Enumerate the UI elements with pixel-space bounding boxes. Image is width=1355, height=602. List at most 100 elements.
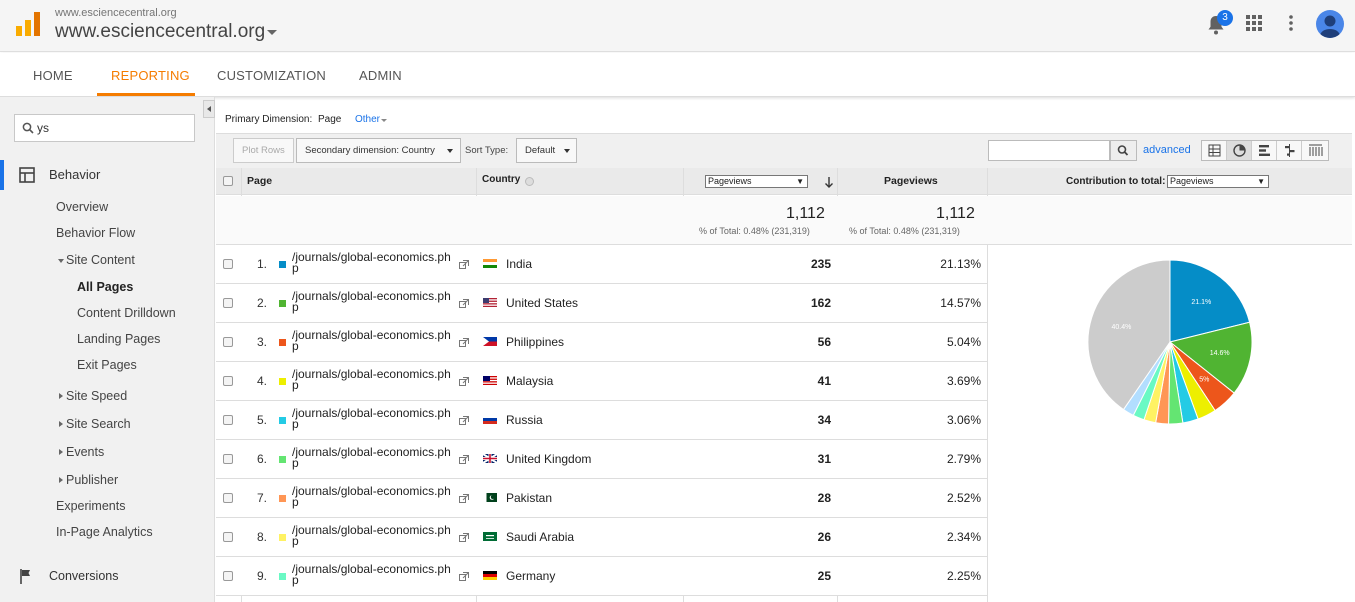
country-name[interactable]: Saudi Arabia bbox=[506, 530, 574, 544]
table-view-icon[interactable] bbox=[1202, 141, 1227, 160]
sidebar-item-site-speed[interactable]: Site Speed bbox=[66, 389, 127, 403]
external-link-icon[interactable] bbox=[459, 260, 469, 269]
external-link-icon[interactable] bbox=[459, 299, 469, 308]
primary-dimension-page[interactable]: Page bbox=[318, 114, 341, 125]
external-link-icon[interactable] bbox=[459, 416, 469, 425]
sidebar-item-all-pages[interactable]: All Pages bbox=[77, 280, 133, 294]
page-path: /journals/global-economics.ph bbox=[292, 523, 451, 537]
collapse-sidebar-button[interactable] bbox=[203, 100, 215, 118]
country-name[interactable]: Malaysia bbox=[506, 374, 553, 388]
external-link-icon[interactable] bbox=[459, 494, 469, 503]
pageviews-value: 28 bbox=[817, 491, 831, 505]
page-link[interactable]: /journals/global-economics.ph p bbox=[292, 368, 458, 391]
advanced-filter-link[interactable]: advanced bbox=[1143, 144, 1191, 156]
sort-descending-icon[interactable] bbox=[824, 176, 834, 188]
sidebar-item-publisher[interactable]: Publisher bbox=[66, 473, 118, 487]
row-checkbox[interactable] bbox=[223, 532, 233, 542]
country-name[interactable]: India bbox=[506, 257, 532, 271]
contribution-select[interactable]: Pageviews ▼ bbox=[1167, 175, 1269, 188]
row-checkbox[interactable] bbox=[223, 376, 233, 386]
sidebar-item-behavior-flow[interactable]: Behavior Flow bbox=[56, 226, 135, 240]
table-filter-search-button[interactable] bbox=[1110, 140, 1137, 161]
behavior-icon bbox=[19, 167, 35, 183]
pageviews-value: 162 bbox=[810, 296, 831, 310]
row-checkbox[interactable] bbox=[223, 337, 233, 347]
secondary-dimension-select[interactable]: Secondary dimension: Country bbox=[296, 138, 461, 163]
sidebar-item-overview[interactable]: Overview bbox=[56, 200, 108, 214]
tab-customization[interactable]: CUSTOMIZATION bbox=[217, 68, 326, 83]
row-number: 7. bbox=[257, 491, 268, 505]
property-selector[interactable]: www.esciencecentral.org bbox=[55, 21, 265, 43]
sidebar-item-experiments[interactable]: Experiments bbox=[56, 499, 125, 513]
sidebar-item-in-page-analytics[interactable]: In-Page Analytics bbox=[56, 525, 153, 539]
external-link-icon[interactable] bbox=[459, 377, 469, 386]
external-link-icon[interactable] bbox=[459, 572, 469, 581]
sidebar-item-exit-pages[interactable]: Exit Pages bbox=[77, 358, 137, 372]
sidebar-item-behavior[interactable]: Behavior bbox=[49, 167, 100, 182]
page-link[interactable]: /journals/global-economics.ph p bbox=[292, 523, 458, 547]
page-link[interactable]: /journals/global-economics.ph p bbox=[292, 563, 458, 586]
row-number: 5. bbox=[257, 413, 268, 427]
row-checkbox[interactable] bbox=[223, 259, 233, 269]
pie-view-icon[interactable] bbox=[1227, 141, 1252, 160]
external-link-icon[interactable] bbox=[459, 338, 469, 347]
bar-view-icon[interactable] bbox=[1252, 141, 1277, 160]
column-header-page[interactable]: Page bbox=[247, 175, 272, 187]
more-vert-icon[interactable] bbox=[1288, 14, 1294, 32]
country-name[interactable]: Russia bbox=[506, 413, 543, 427]
sidebar-item-landing-pages[interactable]: Landing Pages bbox=[77, 332, 160, 346]
column-header-pageviews[interactable]: Pageviews bbox=[884, 175, 938, 187]
pageviews-percent: 2.34% bbox=[946, 530, 981, 544]
page-link[interactable]: /journals/global-economics.ph p bbox=[292, 485, 458, 508]
comparison-view-icon[interactable] bbox=[1277, 141, 1302, 160]
sidebar-item-site-search[interactable]: Site Search bbox=[66, 417, 131, 431]
country-flag-icon bbox=[483, 571, 497, 580]
page-link[interactable]: /journals/global-economics.ph p bbox=[292, 407, 458, 430]
chevron-down-icon[interactable] bbox=[267, 30, 277, 35]
row-checkbox[interactable] bbox=[223, 415, 233, 425]
page-link[interactable]: /journals/global-economics.ph p bbox=[292, 329, 458, 352]
row-checkbox[interactable] bbox=[223, 571, 233, 581]
avatar[interactable] bbox=[1316, 10, 1344, 38]
external-link-icon[interactable] bbox=[459, 533, 469, 542]
analytics-logo-icon[interactable] bbox=[16, 12, 40, 36]
plot-rows-button[interactable]: Plot Rows bbox=[233, 138, 294, 163]
external-link-icon[interactable] bbox=[459, 455, 469, 464]
row-checkbox[interactable] bbox=[223, 454, 233, 464]
remove-dimension-icon[interactable] bbox=[525, 177, 534, 186]
page-link[interactable]: /journals/global-economics.ph p bbox=[292, 251, 458, 274]
country-name[interactable]: Germany bbox=[506, 569, 555, 583]
country-name[interactable]: Philippines bbox=[506, 335, 564, 349]
page-link[interactable]: /journals/global-economics.ph p bbox=[292, 290, 458, 313]
pageviews-percent: 2.25% bbox=[946, 569, 981, 583]
sidebar-item-conversions[interactable]: Conversions bbox=[49, 569, 118, 583]
metric-select[interactable]: Pageviews ▼ bbox=[705, 175, 808, 188]
tab-reporting[interactable]: REPORTING bbox=[111, 68, 190, 83]
chevron-right-icon bbox=[59, 393, 63, 399]
pageviews-value: 235 bbox=[810, 257, 831, 271]
sidebar-item-events[interactable]: Events bbox=[66, 445, 104, 459]
row-checkbox[interactable] bbox=[223, 493, 233, 503]
country-name[interactable]: United Kingdom bbox=[506, 452, 591, 466]
select-all-checkbox[interactable] bbox=[223, 176, 233, 186]
pivot-view-icon[interactable] bbox=[1302, 141, 1327, 160]
column-header-country[interactable]: Country bbox=[482, 174, 520, 185]
row-number: 1. bbox=[257, 257, 268, 271]
row-number: 9. bbox=[257, 569, 268, 583]
tab-home[interactable]: HOME bbox=[33, 68, 73, 83]
series-swatch bbox=[279, 378, 286, 385]
series-swatch bbox=[279, 495, 286, 502]
apps-grid-icon[interactable] bbox=[1246, 15, 1262, 31]
primary-dimension-other[interactable]: Other bbox=[355, 114, 380, 125]
page-link[interactable]: /journals/global-economics.ph p bbox=[292, 446, 458, 469]
sidebar-item-site-content[interactable]: Site Content bbox=[66, 253, 135, 267]
series-swatch bbox=[279, 339, 286, 346]
sidebar-item-content-drilldown[interactable]: Content Drilldown bbox=[77, 306, 176, 320]
row-checkbox[interactable] bbox=[223, 298, 233, 308]
pie-slice-label: 14.6% bbox=[1210, 350, 1230, 357]
tab-admin[interactable]: ADMIN bbox=[359, 68, 402, 83]
chevron-right-icon bbox=[59, 449, 63, 455]
table-filter-input[interactable] bbox=[988, 140, 1110, 161]
country-name[interactable]: United States bbox=[506, 296, 578, 310]
country-name[interactable]: Pakistan bbox=[506, 491, 552, 505]
